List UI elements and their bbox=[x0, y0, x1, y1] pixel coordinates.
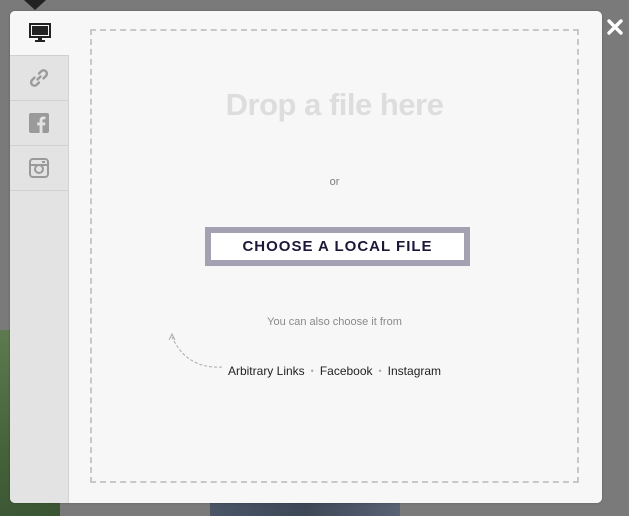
source-links: Arbitrary Links • Facebook • Instagram bbox=[92, 364, 577, 378]
close-icon[interactable] bbox=[606, 18, 624, 36]
source-link-facebook[interactable]: Facebook bbox=[320, 364, 373, 378]
choose-local-file-button[interactable]: CHOOSE A LOCAL FILE bbox=[205, 227, 470, 266]
tab-instagram[interactable] bbox=[10, 146, 68, 191]
monitor-icon bbox=[28, 23, 51, 42]
also-choose-text: You can also choose it from bbox=[267, 316, 402, 328]
link-icon bbox=[29, 69, 49, 87]
or-separator: or bbox=[329, 176, 340, 188]
drop-zone[interactable]: Drop a file here or CHOOSE A LOCAL FILE … bbox=[90, 29, 579, 483]
upload-dialog: Drop a file here or CHOOSE A LOCAL FILE … bbox=[10, 11, 602, 503]
drop-title: Drop a file here bbox=[225, 87, 444, 122]
facebook-icon bbox=[29, 113, 49, 133]
instagram-icon bbox=[29, 158, 49, 178]
source-link-instagram[interactable]: Instagram bbox=[388, 364, 441, 378]
source-sidebar bbox=[10, 11, 69, 503]
separator-dot: • bbox=[378, 366, 382, 376]
tab-facebook[interactable] bbox=[10, 101, 68, 146]
tab-arbitrary-links[interactable] bbox=[10, 56, 68, 101]
source-link-arbitrary-links[interactable]: Arbitrary Links bbox=[228, 364, 305, 378]
tab-local-file[interactable] bbox=[10, 11, 69, 56]
pointer-arrow bbox=[24, 0, 46, 10]
separator-dot: • bbox=[310, 366, 314, 376]
